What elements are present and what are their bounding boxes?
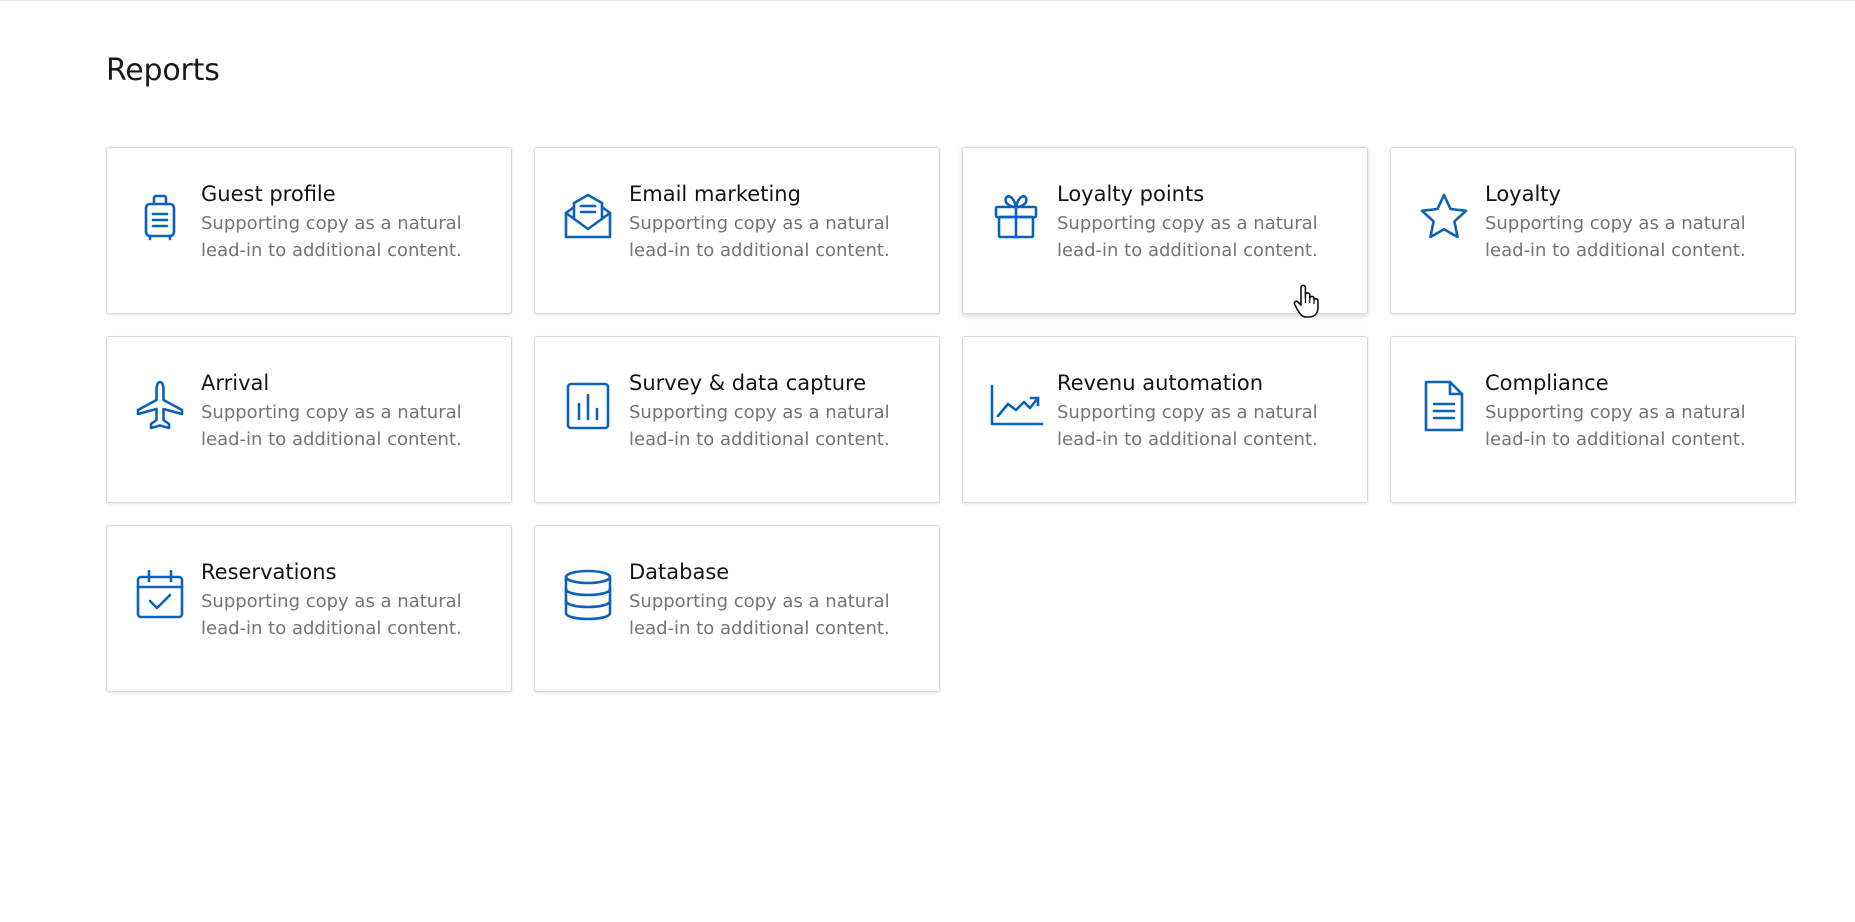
page-title: Reports <box>106 53 220 88</box>
card-text: Revenu automation Supporting copy as a n… <box>1057 369 1351 453</box>
card-description: Supporting copy as a natural lead-in to … <box>1057 402 1318 450</box>
card-title: Survey & data capture <box>629 371 867 395</box>
report-card-loyalty[interactable]: Loyalty Supporting copy as a natural lea… <box>1390 147 1796 314</box>
document-icon <box>1415 377 1473 435</box>
card-description: Supporting copy as a natural lead-in to … <box>201 591 462 639</box>
card-text: Database Supporting copy as a natural le… <box>629 558 923 642</box>
card-title: Guest profile <box>201 182 336 206</box>
card-text: Guest profile Supporting copy as a natur… <box>201 180 495 264</box>
star-icon <box>1415 188 1473 246</box>
card-description: Supporting copy as a natural lead-in to … <box>1485 213 1746 261</box>
card-title: Revenu automation <box>1057 371 1264 395</box>
card-description: Supporting copy as a natural lead-in to … <box>201 402 462 450</box>
calendar-check-icon <box>131 566 189 624</box>
luggage-icon <box>131 188 189 246</box>
report-card-revenu-automation[interactable]: Revenu automation Supporting copy as a n… <box>962 336 1368 503</box>
card-description: Supporting copy as a natural lead-in to … <box>629 213 890 261</box>
card-text: Compliance Supporting copy as a natural … <box>1485 369 1779 453</box>
card-text: Email marketing Supporting copy as a nat… <box>629 180 923 264</box>
card-title: Email marketing <box>629 182 801 206</box>
card-description: Supporting copy as a natural lead-in to … <box>629 402 890 450</box>
card-text: Reservations Supporting copy as a natura… <box>201 558 495 642</box>
card-text: Loyalty Supporting copy as a natural lea… <box>1485 180 1779 264</box>
card-title: Arrival <box>201 371 270 395</box>
card-description: Supporting copy as a natural lead-in to … <box>1057 213 1318 261</box>
report-card-database[interactable]: Database Supporting copy as a natural le… <box>534 525 940 692</box>
card-title: Database <box>629 560 730 584</box>
card-text: Survey & data capture Supporting copy as… <box>629 369 923 453</box>
reports-grid: Guest profile Supporting copy as a natur… <box>106 147 1796 692</box>
card-description: Supporting copy as a natural lead-in to … <box>201 213 462 261</box>
envelope-open-icon <box>559 188 617 246</box>
hand-pointer-icon <box>1293 284 1319 318</box>
card-title: Loyalty <box>1485 182 1561 206</box>
card-title: Compliance <box>1485 371 1609 395</box>
report-card-compliance[interactable]: Compliance Supporting copy as a natural … <box>1390 336 1796 503</box>
airplane-icon <box>131 377 189 435</box>
card-title: Reservations <box>201 560 337 584</box>
report-card-arrival[interactable]: Arrival Supporting copy as a natural lea… <box>106 336 512 503</box>
card-text: Loyalty points Supporting copy as a natu… <box>1057 180 1351 264</box>
bar-chart-icon <box>559 377 617 435</box>
report-card-guest-profile[interactable]: Guest profile Supporting copy as a natur… <box>106 147 512 314</box>
trend-chart-icon <box>987 377 1045 435</box>
card-description: Supporting copy as a natural lead-in to … <box>629 591 890 639</box>
database-icon <box>559 566 617 624</box>
card-title: Loyalty points <box>1057 182 1205 206</box>
top-divider <box>0 0 1855 1</box>
report-card-reservations[interactable]: Reservations Supporting copy as a natura… <box>106 525 512 692</box>
report-card-email-marketing[interactable]: Email marketing Supporting copy as a nat… <box>534 147 940 314</box>
card-description: Supporting copy as a natural lead-in to … <box>1485 402 1746 450</box>
card-text: Arrival Supporting copy as a natural lea… <box>201 369 495 453</box>
gift-icon <box>987 188 1045 246</box>
report-card-survey-data-capture[interactable]: Survey & data capture Supporting copy as… <box>534 336 940 503</box>
